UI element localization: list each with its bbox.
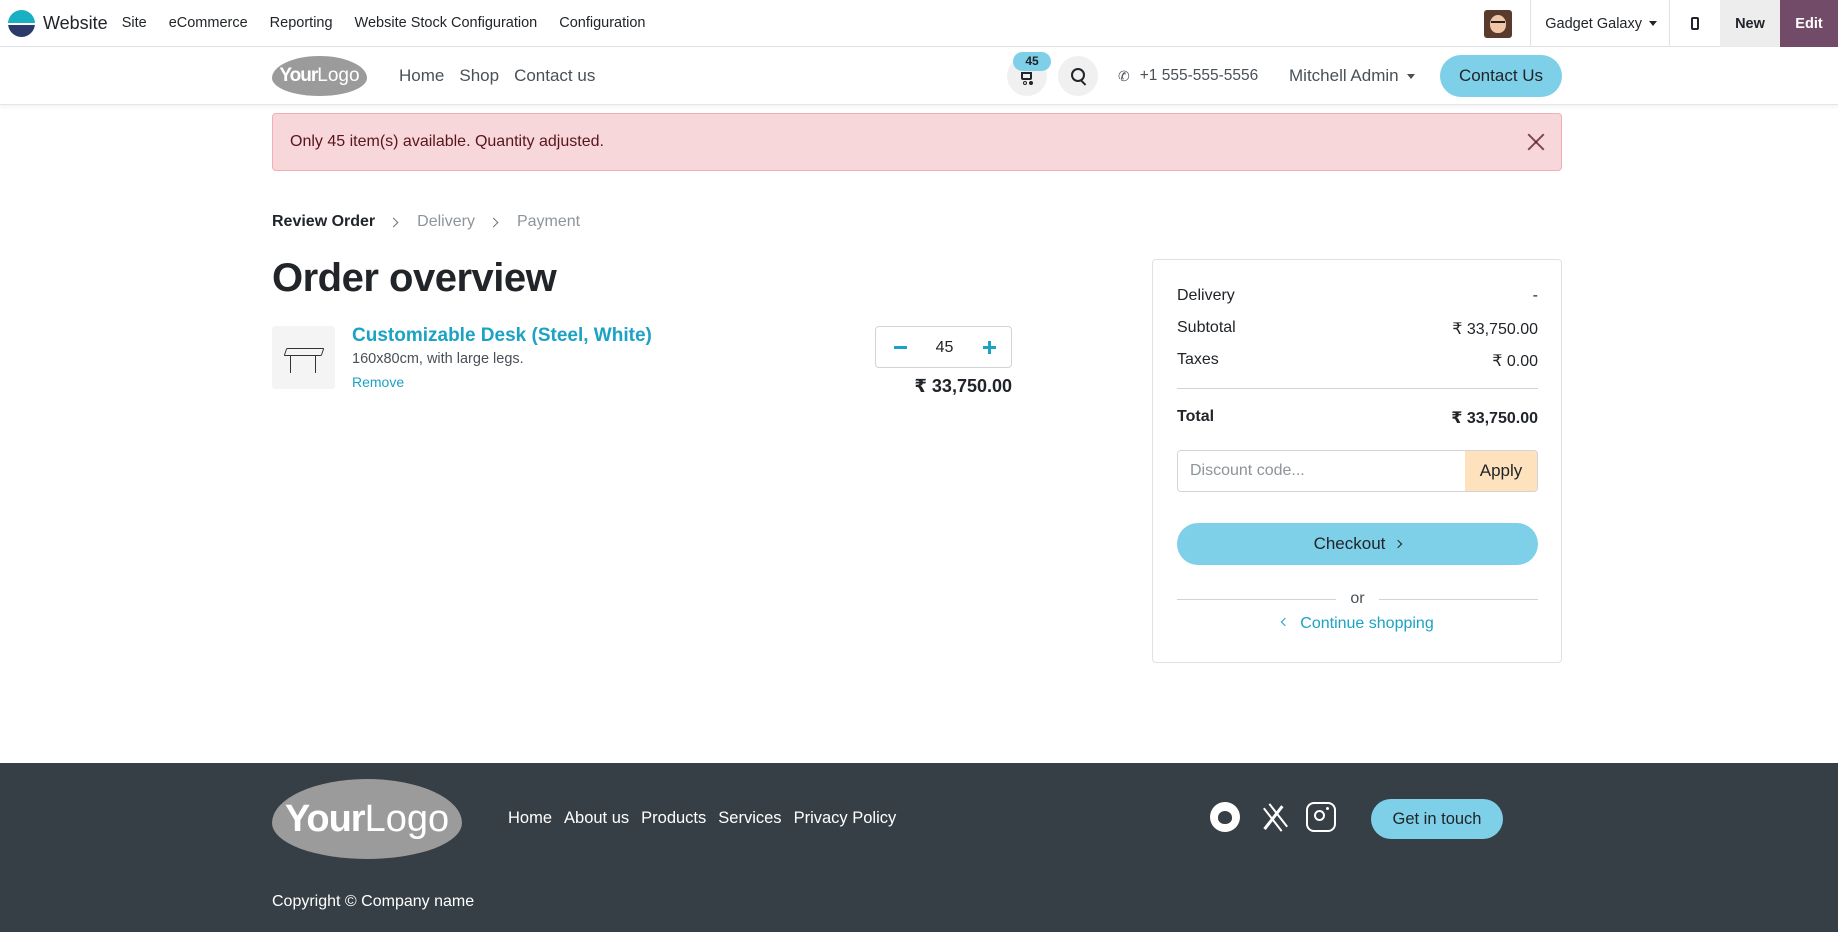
menu-ecommerce[interactable]: eCommerce [169,15,248,31]
chevron-right-icon [388,217,399,227]
taxes-label: Taxes [1177,351,1219,368]
footer-link-services[interactable]: Services [718,809,781,828]
user-avatar[interactable] [1484,9,1513,38]
discount-form: Apply [1177,450,1538,492]
subtotal-row: Subtotal ₹ 33,750.00 [1177,319,1538,339]
footer-link-privacy-policy[interactable]: Privacy Policy [794,809,897,828]
social-links [1210,802,1354,832]
caret-down-icon [1406,73,1415,79]
phone-icon: ✆ [1118,67,1130,84]
or-separator: or [1177,589,1539,609]
phone-link[interactable]: ✆ +1 555-555-5556 [1118,47,1258,105]
stock-warning-alert: Only 45 item(s) available. Quantity adju… [272,113,1562,171]
app-brand[interactable]: Website [8,0,122,46]
step-payment: Payment [516,213,581,230]
discount-code-input[interactable] [1178,451,1465,491]
footer-link-products[interactable]: Products [641,809,706,828]
app-name: Website [43,12,108,33]
site-footer: Your Logo Home About us Products Services… [0,763,1838,932]
shopping-cart-icon [1021,72,1032,80]
nav-home[interactable]: Home [399,66,444,86]
menu-configuration[interactable]: Configuration [559,15,645,31]
instagram-icon[interactable] [1306,802,1336,832]
step-delivery: Delivery [417,213,475,230]
get-in-touch-button[interactable]: Get in touch [1371,799,1503,839]
copyright-text: Copyright © Company name [272,893,475,910]
step-review-order: Review Order [272,213,376,230]
company-name: Gadget Galaxy [1545,15,1642,32]
product-name-link[interactable]: Customizable Desk (Steel, White) [352,325,652,347]
divider [1378,598,1539,600]
close-icon[interactable] [1525,131,1547,153]
subtotal-value: ₹ 33,750.00 [1452,321,1538,338]
continue-shopping-link[interactable]: Continue shopping [1153,615,1563,633]
page-title: Order overview [272,256,557,300]
mobile-preview-button[interactable] [1670,0,1720,47]
total-label: Total [1177,408,1215,425]
cart-count-badge: 45 [1013,52,1051,71]
footer-link-home[interactable]: Home [508,809,552,828]
checkout-label: Checkout [1313,534,1386,553]
logo-text-light: Logo [317,65,360,86]
divider [1177,388,1538,389]
order-summary-card: Delivery - Subtotal ₹ 33,750.00 Taxes ₹ … [1152,259,1562,663]
admin-navbar: Website Site eCommerce Reporting Website… [0,0,1838,47]
menu-website-stock-configuration[interactable]: Website Stock Configuration [355,15,538,31]
subtotal-label: Subtotal [1177,319,1236,336]
apply-button[interactable]: Apply [1465,451,1537,491]
contact-us-button[interactable]: Contact Us [1440,55,1562,97]
site-nav: Home Shop Contact us [399,47,610,105]
user-menu[interactable]: Mitchell Admin [1289,47,1415,105]
nav-contact-us[interactable]: Contact us [514,66,595,86]
admin-menu: Site eCommerce Reporting Website Stock C… [122,0,668,46]
footer-logo[interactable]: Your Logo [272,779,462,859]
company-switcher[interactable]: Gadget Galaxy [1531,0,1669,47]
footer-links: Home About us Products Services Privacy … [508,809,908,828]
chevron-left-icon [1281,617,1290,627]
edit-button[interactable]: Edit [1780,0,1838,47]
checkout-button[interactable]: Checkout [1177,523,1538,565]
chevron-right-icon [1394,539,1403,549]
plus-icon[interactable] [983,341,996,354]
caret-down-icon [1649,21,1657,26]
total-row: Total ₹ 33,750.00 [1177,408,1538,428]
continue-shopping-label: Continue shopping [1300,615,1434,632]
divider [1177,598,1337,600]
minus-icon[interactable] [894,346,907,349]
delivery-value: - [1532,287,1538,304]
remove-link[interactable]: Remove [352,374,404,390]
search-button[interactable] [1058,56,1098,96]
taxes-value: ₹ 0.00 [1492,353,1538,370]
menu-site[interactable]: Site [122,15,147,31]
quantity-stepper: 45 [875,326,1012,368]
logo-text-light: Logo [364,797,450,840]
website-header: Your Logo Home Shop Contact us 45 ✆ +1 55… [0,47,1838,105]
x-twitter-icon[interactable] [1258,802,1288,832]
footer-link-about-us[interactable]: About us [564,809,629,828]
logo-text-bold: Your [279,65,318,86]
chevron-right-icon [488,217,499,227]
logo-text-bold: Your [284,797,366,840]
or-label: or [1350,590,1365,607]
product-image[interactable] [272,326,335,389]
nav-shop[interactable]: Shop [459,66,499,86]
delivery-row: Delivery - [1177,287,1538,305]
site-logo[interactable]: Your Logo [272,56,367,96]
product-description: 160x80cm, with large legs. [352,351,524,367]
taxes-row: Taxes ₹ 0.00 [1177,351,1538,371]
mobile-phone-icon [1691,17,1699,30]
new-button[interactable]: New [1720,0,1780,47]
menu-reporting[interactable]: Reporting [270,15,333,31]
admin-navbar-right: Gadget Galaxy New Edit [1484,0,1838,47]
delivery-label: Delivery [1177,287,1235,304]
total-value: ₹ 33,750.00 [1451,410,1538,427]
user-name: Mitchell Admin [1289,66,1399,85]
quantity-input[interactable]: 45 [916,327,973,369]
checkout-breadcrumb: Review Order Delivery Payment [272,212,580,232]
phone-number: +1 555-555-5556 [1139,67,1259,84]
line-price: ₹ 33,750.00 [914,376,1012,396]
alert-message: Only 45 item(s) available. Quantity adju… [290,133,604,150]
github-icon[interactable] [1210,802,1240,832]
odoo-website-icon [8,9,35,37]
